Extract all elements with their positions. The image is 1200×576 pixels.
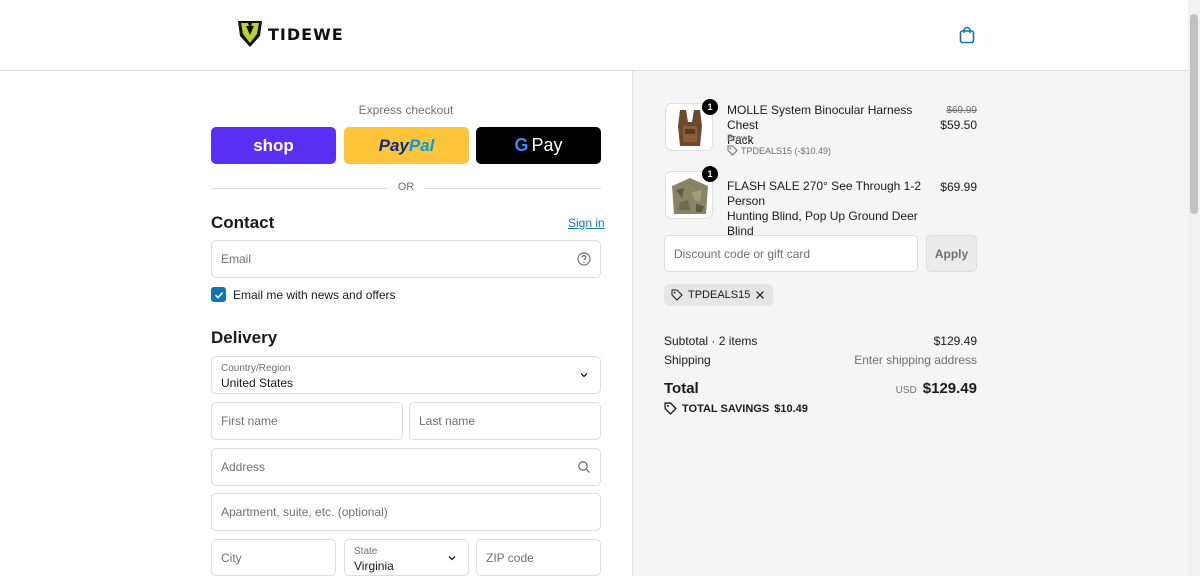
shop-pay-button[interactable]: shop xyxy=(211,127,336,164)
chevron-down-icon xyxy=(448,555,456,560)
email-placeholder: Email xyxy=(221,252,252,266)
news-offers-label: Email me with news and offers xyxy=(233,288,396,302)
country-value: United States xyxy=(221,376,294,390)
or-divider: OR xyxy=(211,181,601,195)
product-title-line: MOLLE System Binocular Harness Chest xyxy=(727,103,913,132)
address-placeholder: Address xyxy=(221,460,266,474)
or-label: OR xyxy=(397,181,415,193)
apartment-field[interactable]: Apartment, suite, etc. (optional) xyxy=(211,493,601,531)
close-icon[interactable] xyxy=(755,290,765,300)
chevron-down-icon xyxy=(580,373,588,378)
help-circle-icon[interactable] xyxy=(577,252,591,266)
last-name-placeholder: Last name xyxy=(419,414,476,428)
product-title-line: FLASH SALE 270° See Through 1-2 Person xyxy=(727,179,922,208)
city-placeholder: City xyxy=(221,550,242,565)
brand-name: TIDEWE xyxy=(268,24,344,44)
product-title: FLASH SALE 270° See Through 1-2 Person H… xyxy=(727,179,937,239)
tag-icon xyxy=(664,402,677,415)
total-value: $129.49 xyxy=(922,380,977,397)
shipping-row: Shipping Enter shipping address xyxy=(664,353,977,367)
apartment-placeholder: Apartment, suite, etc. (optional) xyxy=(221,505,388,519)
divider-line-right xyxy=(425,188,601,189)
shipping-value: Enter shipping address xyxy=(854,353,977,367)
apply-discount-button[interactable]: Apply xyxy=(926,235,977,272)
shop-pay-label: shop xyxy=(253,135,294,155)
contact-title: Contact xyxy=(211,213,275,232)
product-price: $69.99 xyxy=(940,180,977,194)
google-g-icon: G xyxy=(514,135,529,155)
quantity-badge: 1 xyxy=(702,99,718,115)
search-icon xyxy=(578,461,590,473)
paypal-button[interactable]: Pay Pal xyxy=(344,127,469,164)
total-label: Total xyxy=(664,380,699,397)
original-price: $69.99 xyxy=(946,105,977,116)
shipping-label: Shipping xyxy=(664,353,711,367)
first-name-placeholder: First name xyxy=(221,414,278,428)
address-field[interactable]: Address xyxy=(211,448,601,486)
product-variant: Brown xyxy=(727,133,753,143)
brand-logo[interactable]: TIDEWE xyxy=(237,20,344,48)
first-name-field[interactable]: First name xyxy=(211,402,403,440)
paypal-pal-label: Pal xyxy=(408,135,435,155)
quantity-badge: 1 xyxy=(702,166,718,182)
product-price: $59.50 xyxy=(940,118,977,132)
subtotal-label: Subtotal · 2 items xyxy=(664,334,758,348)
checkout-form: Express checkout shop Pay Pal G Pay OR Co… xyxy=(0,71,632,576)
zip-code-field[interactable]: ZIP code xyxy=(476,539,601,576)
tag-icon xyxy=(727,145,738,156)
subtotal-value: $129.49 xyxy=(933,334,977,348)
product-discount: TPDEALS15 (-$10.49) xyxy=(727,145,831,156)
express-checkout-label: Express checkout xyxy=(358,103,454,117)
total-savings-row: TOTAL SAVINGS $10.49 xyxy=(664,402,977,415)
total-currency: USD xyxy=(895,385,917,396)
news-offers-checkbox[interactable] xyxy=(211,287,226,302)
state-label: State xyxy=(354,546,378,557)
total-row: Total USD $129.49 xyxy=(664,380,977,397)
page-scrollbar[interactable] xyxy=(1188,0,1200,576)
email-field[interactable]: Email xyxy=(211,240,601,278)
total-savings-value: $10.49 xyxy=(774,402,808,415)
sign-in-link[interactable]: Sign in xyxy=(568,216,605,230)
discount-code-field[interactable]: Discount code or gift card xyxy=(664,235,918,272)
country-label: Country/Region xyxy=(221,363,291,374)
total-savings-label: TOTAL SAVINGS xyxy=(682,402,770,415)
checkmark-icon xyxy=(214,291,223,299)
site-header: TIDEWE xyxy=(0,0,1188,71)
google-pay-label: Pay xyxy=(531,135,563,155)
shopping-bag-icon[interactable] xyxy=(958,26,976,44)
discount-code-placeholder: Discount code or gift card xyxy=(674,246,811,261)
state-value: Virginia xyxy=(354,559,394,573)
zip-code-placeholder: ZIP code xyxy=(486,550,534,565)
city-field[interactable]: City xyxy=(211,539,336,576)
country-select[interactable]: Country/Region United States xyxy=(211,356,601,394)
product-title: MOLLE System Binocular Harness Chest Pac… xyxy=(727,103,932,148)
tag-icon xyxy=(671,289,683,301)
subtotal-row: Subtotal · 2 items $129.49 xyxy=(664,334,977,348)
google-pay-button[interactable]: G Pay xyxy=(476,127,601,164)
applied-code-label: TPDEALS15 xyxy=(688,289,751,301)
product-discount-text: TPDEALS15 (-$10.49) xyxy=(741,145,832,156)
state-select[interactable]: State Virginia xyxy=(344,539,469,576)
tidewe-shield-icon xyxy=(238,21,262,47)
total-amount: USD $129.49 xyxy=(896,380,977,397)
paypal-pay-label: Pay xyxy=(378,135,409,155)
applied-discount-chip: TPDEALS15 xyxy=(664,284,774,306)
delivery-title: Delivery xyxy=(211,328,278,347)
scrollbar-thumb[interactable] xyxy=(1190,14,1198,214)
last-name-field[interactable]: Last name xyxy=(409,402,601,440)
